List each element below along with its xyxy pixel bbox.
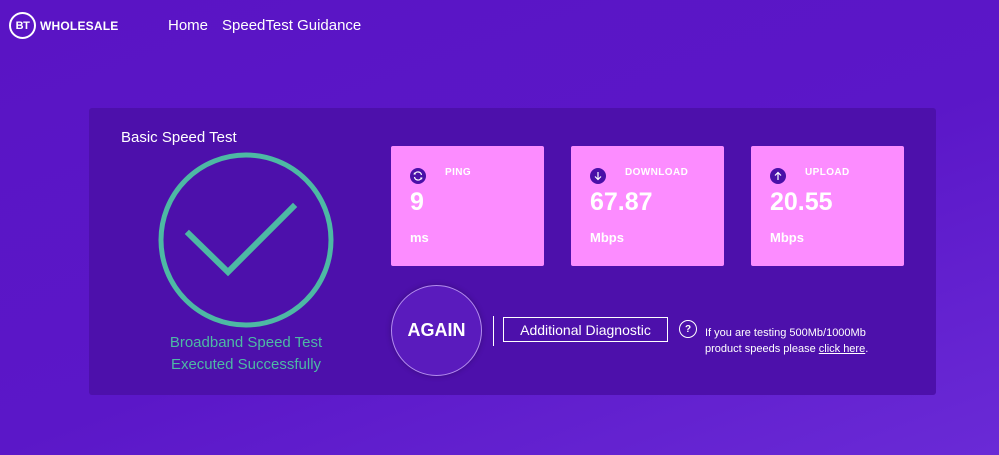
click-here-link[interactable]: click here bbox=[819, 343, 865, 355]
nav-home-link[interactable]: Home bbox=[168, 17, 208, 34]
again-button[interactable]: AGAIN bbox=[391, 285, 482, 376]
success-line-1: Broadband Speed Test bbox=[169, 334, 323, 351]
success-message: Broadband Speed Test Executed Successful… bbox=[141, 332, 351, 376]
ping-label: PING bbox=[445, 167, 472, 178]
arrow-up-icon bbox=[770, 168, 786, 184]
note-end: . bbox=[865, 343, 869, 355]
bt-logo-mark: BT bbox=[9, 12, 36, 39]
upload-label: UPLOAD bbox=[805, 167, 850, 178]
ping-unit: ms bbox=[410, 230, 429, 245]
refresh-icon bbox=[410, 168, 426, 184]
download-card: DOWNLOAD 67.87 Mbps bbox=[571, 146, 724, 266]
additional-diagnostic-button[interactable]: Additional Diagnostic bbox=[503, 317, 668, 342]
ping-value: 9 bbox=[410, 188, 424, 216]
help-icon[interactable]: ? bbox=[679, 320, 697, 338]
upload-card: UPLOAD 20.55 Mbps bbox=[751, 146, 904, 266]
nav-speedtest-guidance-link[interactable]: SpeedTest Guidance bbox=[222, 17, 361, 34]
ping-card: PING 9 ms bbox=[391, 146, 544, 266]
download-value: 67.87 bbox=[590, 188, 653, 216]
divider bbox=[493, 316, 494, 346]
bt-wholesale-logo[interactable]: BT WHOLESALE bbox=[9, 12, 118, 39]
upload-unit: Mbps bbox=[770, 230, 804, 245]
download-label: DOWNLOAD bbox=[625, 167, 689, 178]
speed-test-panel: Basic Speed Test Broadband Speed Test Ex… bbox=[89, 108, 936, 395]
panel-title: Basic Speed Test bbox=[121, 129, 237, 146]
success-line-2: Executed Successfully bbox=[170, 356, 322, 373]
high-speed-note: If you are testing 500Mb/1000Mb product … bbox=[705, 325, 905, 357]
arrow-down-icon bbox=[590, 168, 606, 184]
main-nav: Home SpeedTest Guidance bbox=[168, 17, 361, 34]
download-unit: Mbps bbox=[590, 230, 624, 245]
logo-text: WHOLESALE bbox=[40, 18, 119, 33]
success-check-icon bbox=[157, 151, 335, 329]
upload-value: 20.55 bbox=[770, 188, 833, 216]
